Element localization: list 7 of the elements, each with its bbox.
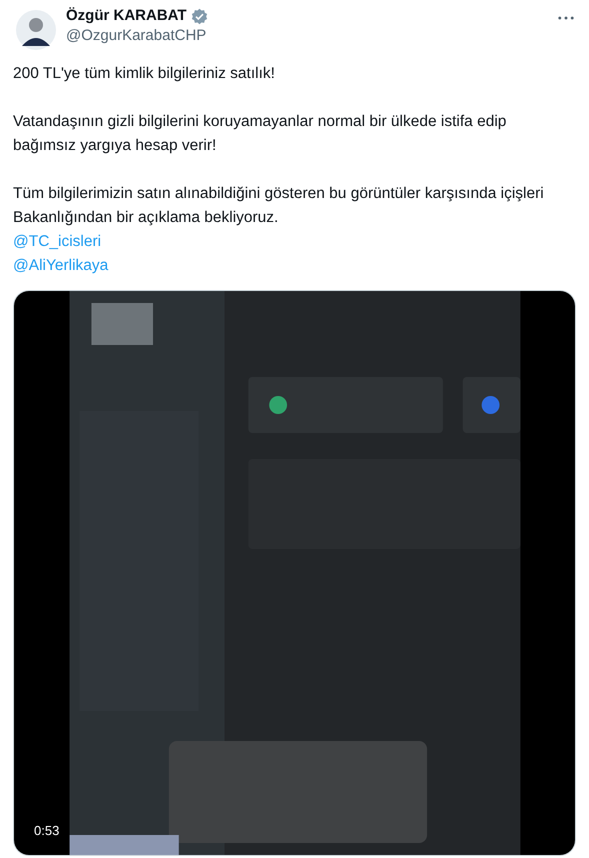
- avatar[interactable]: [16, 10, 56, 50]
- author-name[interactable]: Özgür KARABAT: [66, 6, 187, 26]
- tweet-text: 200 TL'ye tüm kimlik bilgileriniz satılık!: [13, 64, 276, 84]
- more-icon[interactable]: [558, 16, 574, 20]
- author-handle[interactable]: @OzgurKarabatCHP: [66, 26, 548, 46]
- tweet-text: Vatandaşının gizli bilgilerini koruyamayanlar normal bir ülkede istifa edip bağımsız yargıya hesap verir!: [13, 112, 508, 156]
- tweet-text: Tüm bilgilerimizin satın alınabildiğini gösteren bu görüntüler karşısında içişleri Bakanlığından bir açıklama bekliyoruz.: [13, 184, 545, 228]
